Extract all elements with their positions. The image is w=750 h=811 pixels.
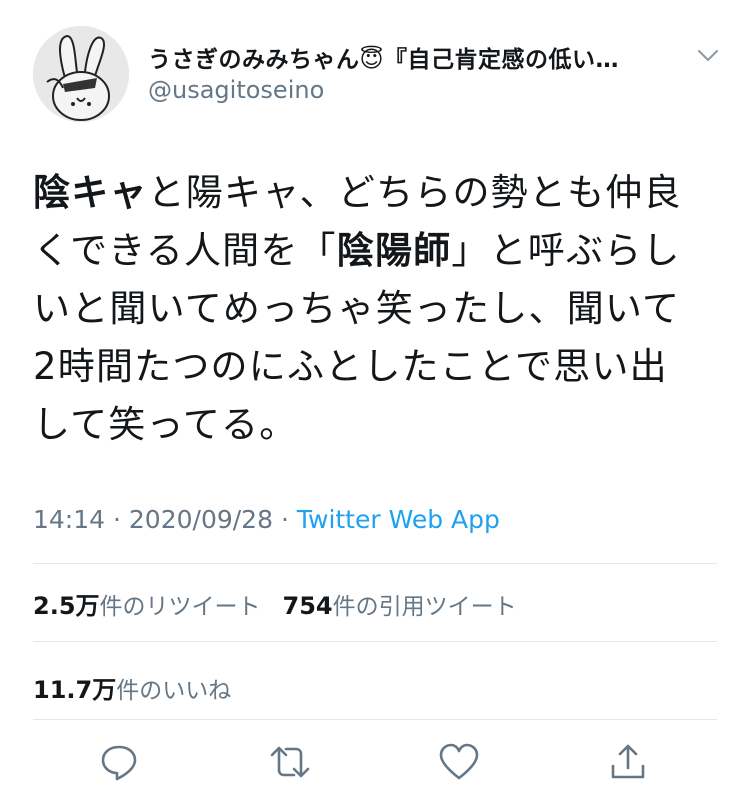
retweets-label: 件のリツイート (99, 594, 261, 620)
tweet-text-line: くできる人間を「陰陽師」と呼ぶらし (33, 222, 723, 280)
like-icon (439, 743, 479, 780)
meta-separator: · (280, 505, 289, 534)
tweet-header: うさぎのみみちゃん😇『自己肯定感の低い… @usagitoseino (0, 0, 750, 130)
reply-button[interactable] (97, 740, 141, 784)
retweet-stats-row: 2.5万件のリツイート 754件の引用ツイート (33, 586, 517, 621)
tweet-text-segment: 2時間たつのにふとしたことで思い出 (33, 345, 668, 388)
avatar[interactable] (33, 26, 129, 122)
divider (33, 563, 717, 564)
share-icon (611, 744, 645, 779)
share-button[interactable] (606, 740, 650, 784)
likes-label: 件のいいね (116, 678, 232, 704)
divider (33, 641, 717, 642)
retweet-button[interactable] (268, 740, 312, 784)
tweet-source-link[interactable]: Twitter Web App (297, 505, 500, 534)
user-handle[interactable]: @usagitoseino (148, 76, 324, 104)
tweet-text-segment: 」と呼ぶらし (451, 229, 681, 272)
tweet-text-segment: いと聞いてめっちゃ笑ったし、聞いて (33, 287, 681, 330)
retweet-icon (270, 746, 310, 778)
likes-stats-row: 11.7万件のいいね (33, 670, 231, 705)
tweet-meta: 14:14 · 2020/09/28 · Twitter Web App (33, 505, 500, 534)
likes-stat[interactable]: 11.7万件のいいね (33, 676, 232, 704)
quotes-count: 754 (282, 592, 333, 620)
retweets-stat[interactable]: 2.5万件のリツイート (33, 592, 261, 620)
tweet-text: 陰キャと陽キャ、どちらの勢とも仲良 くできる人間を「陰陽師」と呼ぶらし いと聞いてめ… (33, 164, 723, 454)
tweet-text-bold: 陰キャ (33, 171, 148, 214)
tweet-date: 2020/09/28 (128, 505, 273, 534)
like-button[interactable] (437, 740, 481, 784)
tweet-text-line: して笑ってる。 (33, 396, 723, 454)
avatar-rabbit-icon (33, 26, 129, 122)
quotes-label: 件の引用ツイート (332, 594, 517, 620)
chevron-down-icon[interactable] (696, 46, 720, 64)
retweets-count: 2.5万 (33, 592, 100, 620)
display-name[interactable]: うさぎのみみちゃん😇『自己肯定感の低い… (148, 40, 619, 74)
meta-separator: · (113, 505, 121, 534)
tweet-time: 14:14 (33, 505, 106, 534)
tweet-text-segment: して笑ってる。 (33, 403, 298, 446)
reply-icon (101, 745, 137, 781)
likes-count: 11.7万 (33, 676, 117, 704)
tweet-text-segment: くできる人間を「 (33, 229, 337, 272)
tweet-text-line: 2時間たつのにふとしたことで思い出 (33, 338, 723, 396)
tweet-text-segment: と陽キャ、どちらの勢とも仲良 (147, 171, 682, 214)
quotes-stat[interactable]: 754件の引用ツイート (282, 592, 517, 620)
tweet-text-bold: 陰陽師 (336, 229, 452, 272)
tweet-text-line: いと聞いてめっちゃ笑ったし、聞いて (33, 280, 723, 338)
tweet-text-line: 陰キャと陽キャ、どちらの勢とも仲良 (33, 164, 723, 222)
divider (33, 719, 717, 720)
